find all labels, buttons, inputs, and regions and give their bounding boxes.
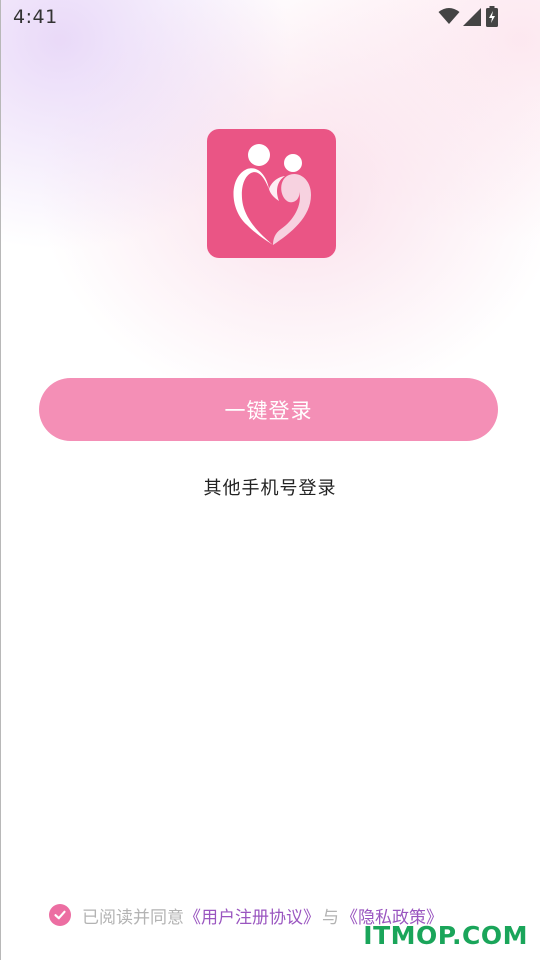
one-click-login-button[interactable]: 一键登录 [39, 378, 498, 441]
signal-icon [463, 8, 481, 30]
agreement-connector: 与 [322, 907, 339, 928]
wifi-icon [438, 7, 460, 29]
status-bar: 4:41 [0, 0, 540, 36]
one-click-login-label: 一键登录 [224, 398, 313, 423]
watermark: ITMOP.COM [363, 921, 528, 950]
battery-charging-icon [486, 6, 498, 31]
check-icon [54, 910, 66, 920]
agreement-checkbox[interactable] [49, 904, 71, 926]
app-logo [207, 129, 336, 258]
user-agreement-link[interactable]: 《用户注册协议》 [184, 903, 320, 928]
couple-heart-logo-icon [233, 144, 311, 245]
status-icons [438, 6, 500, 31]
agreement-prefix: 已阅读并同意 [82, 907, 184, 928]
other-phone-login-link[interactable]: 其他手机号登录 [0, 474, 540, 500]
status-time: 4:41 [13, 6, 58, 28]
